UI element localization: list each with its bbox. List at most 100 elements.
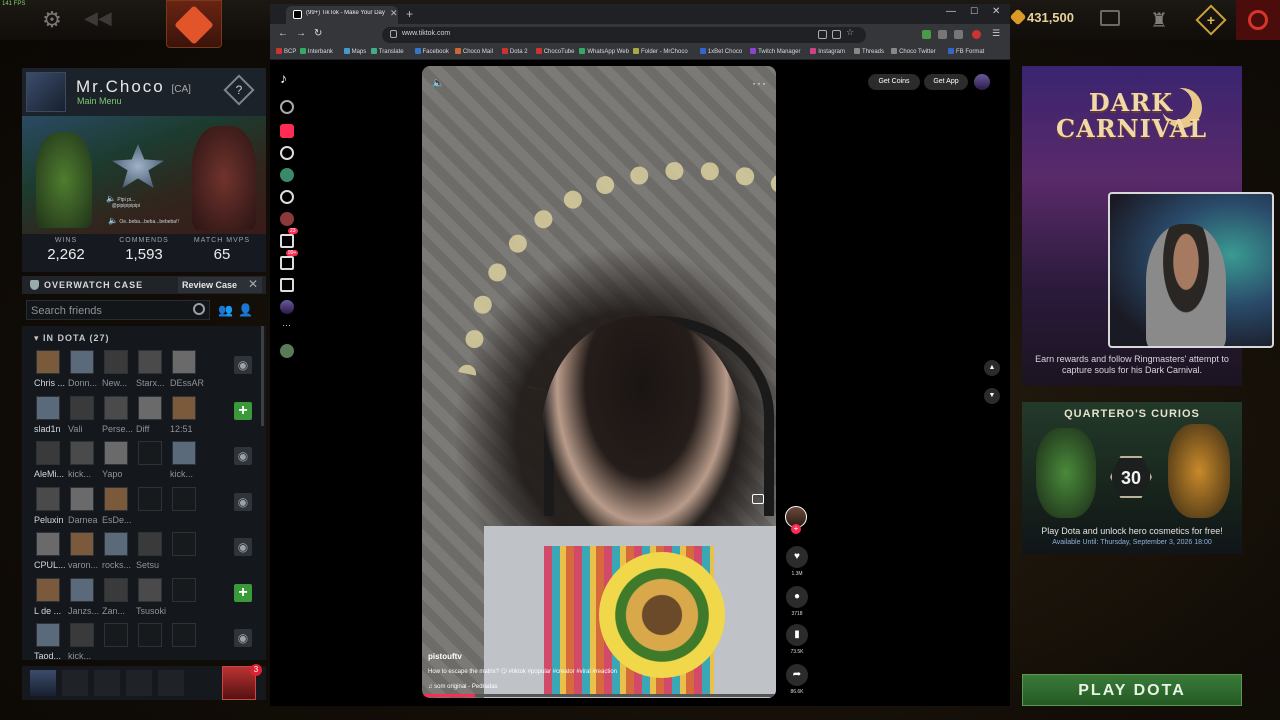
site-info-icon[interactable] (390, 30, 397, 38)
bookmark-item[interactable]: Translate (370, 48, 404, 55)
settings-gear-icon[interactable]: ⚙ (40, 8, 64, 32)
url-text[interactable]: www.tiktok.com (402, 30, 450, 37)
upload-icon[interactable] (280, 278, 294, 292)
mail-icon[interactable] (1100, 10, 1120, 26)
friend-avatar[interactable] (138, 350, 162, 374)
video-author[interactable]: pistouftv (428, 652, 462, 661)
friend-avatar[interactable] (36, 577, 60, 602)
dota-plus-button[interactable]: + (1195, 4, 1227, 36)
party-slot[interactable] (158, 670, 184, 696)
messages-icon[interactable] (280, 256, 294, 270)
follow-plus-icon[interactable]: + (791, 524, 801, 534)
new-tab-button[interactable]: + (406, 7, 413, 21)
bookmark-item[interactable]: Choco Twitter (891, 48, 936, 55)
friend-avatar[interactable] (138, 577, 162, 602)
volume-icon[interactable]: 🔈 (432, 78, 444, 89)
bookmark-item[interactable]: Facebook (414, 48, 449, 55)
suggested-avatar-icon[interactable] (280, 344, 294, 358)
friend-avatar[interactable] (104, 395, 128, 420)
friend-avatar[interactable] (104, 486, 128, 511)
friend-avatar[interactable] (104, 441, 128, 465)
search-input[interactable] (27, 302, 187, 320)
friend-avatar[interactable] (138, 532, 162, 556)
like-heart-icon[interactable]: ♥ (786, 546, 808, 568)
bookmark-item[interactable]: WhatsApp Web (579, 48, 629, 55)
tiktok-video-player[interactable]: 🔈 ··· pistouftv How to escape the matrix… (422, 66, 776, 698)
video-more-icon[interactable]: ··· (752, 76, 767, 90)
comment-icon[interactable]: ● (786, 586, 808, 608)
friend-avatar[interactable] (172, 577, 196, 602)
play-dota-button[interactable]: PLAY DOTA (1022, 674, 1242, 706)
back-arrows-icon[interactable]: ◀◀ (84, 8, 112, 32)
reload-icon[interactable]: ↻ (314, 28, 322, 39)
friend-avatar[interactable] (104, 350, 128, 374)
invite-plus-icon[interactable]: + (234, 401, 252, 420)
extension-icon[interactable] (938, 30, 947, 39)
get-coins-button[interactable]: Get Coins (868, 74, 920, 90)
party-slot[interactable] (126, 670, 152, 696)
close-icon[interactable]: ✕ (248, 277, 258, 291)
address-bar[interactable]: www.tiktok.com (382, 27, 866, 43)
bookmark-item[interactable]: Interbank (299, 48, 333, 55)
friend-avatar[interactable] (172, 350, 196, 374)
friend-avatar[interactable] (104, 623, 128, 647)
friend-avatar[interactable] (70, 441, 94, 465)
search-icon[interactable] (280, 100, 294, 114)
browser-menu-icon[interactable]: ☰ (992, 28, 1001, 38)
friends-scrollbar[interactable] (261, 326, 264, 426)
bookmark-item[interactable]: FB Format (948, 48, 984, 55)
video-progress-bar[interactable] (422, 694, 776, 697)
browser-tab[interactable]: (99+) TikTok - Make Your Day ✕ (286, 6, 398, 24)
maximize-icon[interactable]: ☐ (970, 6, 978, 17)
window-close-icon[interactable]: ✕ (992, 6, 1000, 17)
voice-line-2[interactable]: 🔈 Oe..beba...beba...bebeba!! (108, 216, 179, 225)
friend-avatar[interactable] (138, 395, 162, 420)
next-video-chevron-down-icon[interactable]: ▼ (984, 388, 1000, 404)
profile-avatar[interactable] (26, 72, 66, 112)
friend-avatar[interactable] (70, 350, 94, 374)
cast-icon[interactable] (818, 30, 827, 39)
home-icon[interactable] (280, 124, 294, 138)
friend-avatar[interactable] (172, 441, 196, 465)
bookmark-item[interactable]: ChocoTube (535, 48, 574, 55)
bookmark-item[interactable]: Instagram (810, 48, 845, 55)
party-slot[interactable] (62, 670, 88, 696)
friend-avatar[interactable] (70, 623, 94, 647)
video-sound[interactable]: ♫ som original - Pedradas (428, 684, 498, 690)
friend-avatar[interactable] (70, 577, 94, 602)
help-button[interactable]: ? (223, 74, 255, 106)
screenshot-icon[interactable] (832, 30, 841, 39)
friend-avatar[interactable] (172, 486, 196, 511)
friend-avatar[interactable] (138, 623, 162, 647)
friend-avatar[interactable] (36, 623, 60, 647)
friend-avatar[interactable] (138, 486, 162, 511)
video-caption[interactable]: How to escape the matrix? 😏 #tiktok #pop… (428, 668, 617, 675)
back-arrow-icon[interactable]: ← (278, 28, 288, 39)
profile-header[interactable]: Mr.Choco [CA] Main Menu ? (22, 68, 266, 116)
friend-avatar[interactable] (36, 395, 60, 420)
spectate-eye-icon[interactable]: ◉ (234, 356, 252, 374)
friend-avatar[interactable] (36, 486, 60, 511)
spectate-eye-icon[interactable]: ◉ (234, 629, 252, 647)
bookmark-item[interactable]: Folder - MrChoco (633, 48, 688, 55)
bookmark-item[interactable]: Twitch Manager (750, 48, 800, 55)
share-arrow-icon[interactable]: ➦ (786, 664, 808, 686)
spectate-eye-icon[interactable]: ◉ (234, 492, 252, 511)
tiktok-user-avatar[interactable] (974, 74, 990, 90)
friend-avatar[interactable] (172, 395, 196, 420)
friend-avatar[interactable] (70, 532, 94, 556)
invite-plus-icon[interactable]: + (234, 583, 252, 602)
bookmark-item[interactable]: 1xBet Choco (699, 48, 742, 55)
friend-avatar[interactable] (36, 532, 60, 556)
add-friend-icon[interactable]: 👤 (238, 303, 254, 317)
friend-avatar[interactable] (36, 350, 60, 374)
friends-icon[interactable] (280, 190, 294, 204)
minimize-icon[interactable]: — (946, 6, 956, 17)
extensions-puzzle-icon[interactable] (954, 30, 963, 39)
bookmark-item[interactable]: Dota 2 (501, 48, 528, 55)
more-icon[interactable]: ··· (282, 320, 291, 330)
spectate-eye-icon[interactable]: ◉ (234, 538, 252, 556)
download-icon[interactable] (922, 30, 931, 39)
dota-logo-button[interactable] (166, 0, 222, 48)
party-slot[interactable] (94, 670, 120, 696)
